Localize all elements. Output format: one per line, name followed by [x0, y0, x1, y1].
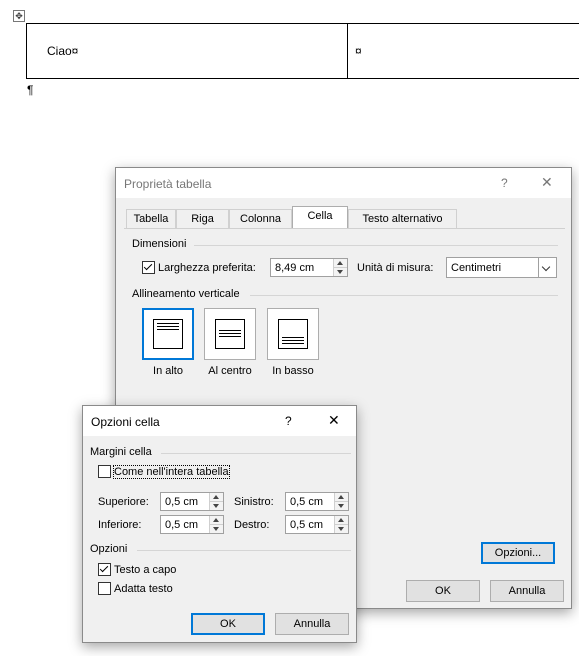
cancel-button[interactable]: Annulla [490, 580, 564, 602]
divider [194, 245, 558, 246]
ok-button[interactable]: OK [406, 580, 480, 602]
cancel-button[interactable]: Annulla [275, 613, 349, 635]
align-center-button[interactable] [204, 308, 256, 360]
chevron-down-icon[interactable] [538, 258, 556, 277]
preferred-width-value: 8,49 cm [275, 262, 315, 274]
spin-up-icon[interactable] [335, 493, 348, 502]
same-as-table-label: Come nell'intera tabella [113, 465, 230, 479]
close-icon[interactable]: ✕ [541, 174, 553, 191]
spin-down-icon[interactable] [210, 502, 223, 510]
spin-down-icon[interactable] [334, 268, 347, 276]
paragraph-mark: ¶ [27, 83, 34, 97]
align-center-icon [215, 319, 245, 349]
align-center-label: Al centro [208, 365, 252, 377]
wrap-text-checkbox[interactable] [98, 563, 111, 576]
group-label-size: Dimensioni [132, 238, 187, 250]
left-margin-stepper[interactable]: 0,5 cm [285, 492, 349, 511]
table-cell-1[interactable]: Ciao¤ [47, 44, 78, 58]
left-margin-label: Sinistro: [234, 496, 274, 508]
align-top-icon [153, 319, 183, 349]
align-bottom-button[interactable] [267, 308, 319, 360]
tab-colonna[interactable]: Colonna [229, 209, 292, 228]
divider [161, 453, 351, 454]
options-button[interactable]: Opzioni... [481, 542, 555, 564]
top-margin-stepper[interactable]: 0,5 cm [160, 492, 224, 511]
wrap-text-label: Testo a capo [114, 564, 177, 576]
fit-text-label: Adatta testo [114, 583, 173, 595]
table-cell-2[interactable]: ¤ [355, 44, 362, 58]
group-label-vertical-alignment: Allineamento verticale [132, 288, 240, 300]
align-bottom-icon [278, 319, 308, 349]
top-margin-label: Superiore: [98, 496, 149, 508]
fit-text-checkbox[interactable] [98, 582, 111, 595]
tab-cella[interactable]: Cella [292, 206, 348, 228]
table-move-handle-icon[interactable]: ✥ [13, 10, 25, 22]
tab-tabella[interactable]: Tabella [126, 209, 176, 228]
cell-options-dialog: Opzioni cella ? ✕ Margini cella Come nel… [82, 405, 357, 643]
dialog-title: Opzioni cella [91, 415, 160, 429]
ok-button[interactable]: OK [191, 613, 265, 635]
divider [137, 550, 351, 551]
help-icon[interactable]: ? [285, 414, 292, 428]
spin-down-icon[interactable] [335, 502, 348, 510]
bottom-margin-label: Inferiore: [98, 519, 142, 531]
document-table: Ciao¤ ¤ [26, 23, 579, 79]
spin-down-icon[interactable] [335, 525, 348, 533]
dialog-titlebar: Opzioni cella ? ✕ [83, 406, 356, 436]
tab-riga[interactable]: Riga [176, 209, 229, 228]
preferred-width-checkbox[interactable] [142, 261, 155, 274]
bottom-margin-stepper[interactable]: 0,5 cm [160, 515, 224, 534]
spin-down-icon[interactable] [210, 525, 223, 533]
group-label-options: Opzioni [90, 543, 128, 555]
unit-select-value: Centimetri [451, 262, 502, 274]
spin-up-icon[interactable] [210, 493, 223, 502]
preferred-width-label: Larghezza preferita: [158, 262, 256, 274]
table-cell-divider [347, 24, 348, 78]
right-margin-label: Destro: [234, 519, 270, 531]
align-bottom-label: In basso [272, 365, 314, 377]
align-top-label: In alto [153, 365, 183, 377]
spin-up-icon[interactable] [210, 516, 223, 525]
help-icon[interactable]: ? [501, 176, 508, 190]
spin-up-icon[interactable] [335, 516, 348, 525]
same-as-table-checkbox[interactable] [98, 465, 111, 478]
unit-label: Unità di misura: [357, 262, 434, 274]
left-margin-value: 0,5 cm [290, 496, 324, 508]
spin-up-icon[interactable] [334, 259, 347, 268]
top-margin-value: 0,5 cm [165, 496, 199, 508]
bottom-margin-value: 0,5 cm [165, 519, 199, 531]
align-top-button[interactable] [142, 308, 194, 360]
group-label-cell-margins: Margini cella [90, 446, 152, 458]
dialog-title: Proprietà tabella [124, 177, 212, 191]
right-margin-stepper[interactable]: 0,5 cm [285, 515, 349, 534]
close-icon[interactable]: ✕ [328, 412, 340, 429]
unit-select[interactable]: Centimetri [446, 257, 557, 278]
right-margin-value: 0,5 cm [290, 519, 324, 531]
dialog-titlebar: Proprietà tabella ? ✕ [116, 168, 571, 198]
tab-testo-alternativo[interactable]: Testo alternativo [348, 209, 457, 228]
preferred-width-stepper[interactable]: 8,49 cm [270, 258, 348, 277]
divider [250, 295, 558, 296]
